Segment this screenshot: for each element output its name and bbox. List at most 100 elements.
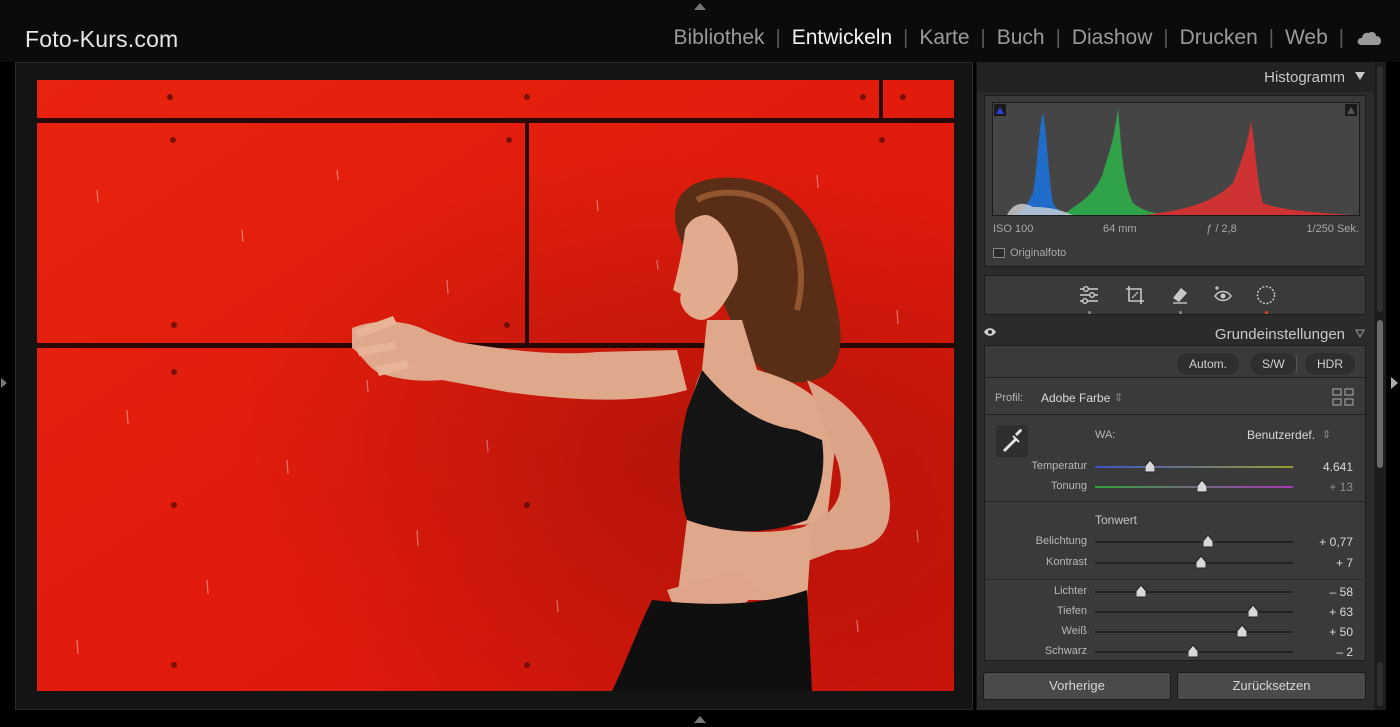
slider-track[interactable]: [1095, 631, 1293, 633]
slider-schwarz[interactable]: Schwarz – 2: [985, 643, 1367, 661]
module-web[interactable]: Web: [1274, 26, 1339, 50]
tool-strip: [984, 275, 1366, 315]
slider-thumb[interactable]: [1195, 556, 1206, 569]
black-white-button[interactable]: S/W: [1250, 353, 1297, 375]
slider-thumb[interactable]: [1145, 460, 1156, 473]
slider-value[interactable]: + 0,77: [1319, 535, 1353, 549]
collapse-triangle-icon[interactable]: [1355, 72, 1365, 80]
cloud-icon[interactable]: [1356, 30, 1382, 46]
mask-active-dot: [1265, 311, 1268, 314]
histogram-plot[interactable]: [992, 102, 1360, 216]
slider-track[interactable]: [1095, 611, 1293, 613]
scroll-thumb[interactable]: [1377, 320, 1383, 468]
panel-scrollbar[interactable]: [1374, 62, 1386, 710]
slider-label: Weiß: [1061, 625, 1087, 637]
slider-track[interactable]: [1095, 541, 1293, 543]
eye-icon[interactable]: [983, 327, 997, 337]
develop-right-panel: Histogramm ISO 100 64 mm ƒ / 2,8 1/250 S…: [976, 62, 1386, 710]
slider-value[interactable]: – 2: [1336, 645, 1353, 659]
histogram-graph: [994, 104, 1357, 215]
original-checkbox[interactable]: [993, 248, 1005, 258]
profile-row: Profil: Adobe Farbe ⇕: [985, 379, 1367, 415]
histogram-info: ISO 100 64 mm ƒ / 2,8 1/250 Sek.: [993, 223, 1359, 235]
module-separator: |: [1338, 26, 1344, 49]
slider-belichtung[interactable]: Belichtung + 0,77: [985, 533, 1367, 551]
scroll-track-bottom: [1377, 662, 1383, 706]
slider-thumb[interactable]: [1188, 645, 1198, 658]
mask-icon[interactable]: [1255, 284, 1277, 306]
tool-active-dot: [1088, 311, 1091, 314]
slider-value[interactable]: + 13: [1329, 480, 1353, 494]
expand-filmstrip-arrow-icon[interactable]: [694, 716, 706, 723]
wb-select[interactable]: Benutzerdef.: [1247, 428, 1315, 442]
expand-left-panel-arrow-icon[interactable]: [1, 378, 7, 388]
slider-label: Tiefen: [1056, 605, 1087, 617]
tone-label: Tonwert: [1095, 513, 1138, 527]
updown-icon[interactable]: ⇕: [1322, 428, 1331, 441]
temperature-track[interactable]: [1095, 466, 1293, 468]
panel-triangle-icon[interactable]: [1355, 328, 1365, 338]
slider-track[interactable]: [1095, 562, 1293, 564]
tone-section: Tonwert Belichtung + 0,77 Kontrast + 7 L…: [985, 503, 1367, 662]
basic-panel: Autom. S/W HDR Profil: Adobe Farbe ⇕ WA:…: [984, 345, 1367, 662]
divider: [1296, 356, 1297, 372]
module-drucken[interactable]: Drucken: [1169, 26, 1269, 50]
hdr-button[interactable]: HDR: [1305, 353, 1355, 375]
module-diashow[interactable]: Diashow: [1061, 26, 1164, 50]
slider-value[interactable]: – 58: [1330, 585, 1353, 599]
module-entwickeln[interactable]: Entwickeln: [781, 26, 903, 50]
reset-button[interactable]: Zurücksetzen: [1177, 672, 1366, 700]
profile-label: Profil:: [995, 392, 1024, 404]
wb-label: WA:: [1095, 429, 1116, 441]
basic-panel-title: Grundeinstellungen: [1214, 326, 1345, 343]
slider-temperatur[interactable]: Temperatur 4.641: [985, 458, 1367, 476]
slider-thumb[interactable]: [1248, 605, 1259, 618]
eyedropper-icon[interactable]: [995, 424, 1029, 458]
slider-weiss[interactable]: Weiß + 50: [985, 623, 1367, 641]
slider-thumb[interactable]: [1135, 585, 1146, 598]
updown-icon[interactable]: ⇕: [1114, 391, 1123, 404]
slider-label: Tonung: [1050, 480, 1087, 492]
histogram-panel: ISO 100 64 mm ƒ / 2,8 1/250 Sek. Origina…: [984, 95, 1366, 267]
basic-panel-header[interactable]: Grundeinstellungen: [977, 318, 1375, 345]
slider-track[interactable]: [1095, 591, 1293, 593]
histogram-title: Histogramm: [1264, 69, 1345, 86]
slider-value[interactable]: + 7: [1336, 556, 1353, 570]
slider-value[interactable]: + 50: [1329, 625, 1353, 639]
treatment-row: Autom. S/W HDR: [985, 346, 1367, 378]
tool-used-dot: [1179, 311, 1182, 314]
aperture-value: ƒ / 2,8: [1206, 223, 1237, 235]
profile-select[interactable]: Adobe Farbe: [1041, 391, 1110, 405]
tint-track[interactable]: [1095, 486, 1293, 488]
slider-tonung[interactable]: Tonung + 13: [985, 478, 1367, 496]
slider-tiefen[interactable]: Tiefen + 63: [985, 603, 1367, 621]
previous-button[interactable]: Vorherige: [983, 672, 1171, 700]
slider-label: Lichter: [1053, 585, 1087, 597]
slider-thumb[interactable]: [1196, 480, 1207, 493]
collapse-top-arrow-icon[interactable]: [694, 3, 706, 10]
slider-value[interactable]: + 63: [1329, 605, 1353, 619]
slider-value[interactable]: 4.641: [1323, 460, 1353, 474]
collapse-right-panel-arrow-icon[interactable]: [1391, 377, 1398, 389]
auto-button[interactable]: Autom.: [1177, 353, 1240, 375]
module-bibliothek[interactable]: Bibliothek: [662, 26, 775, 50]
red-eye-icon[interactable]: [1212, 284, 1234, 306]
sliders-icon[interactable]: [1078, 284, 1100, 306]
woman-red-wall-photo[interactable]: [37, 80, 954, 691]
module-karte[interactable]: Karte: [908, 26, 980, 50]
scroll-track-top: [1377, 66, 1383, 312]
profile-browser-icon[interactable]: [1332, 388, 1354, 406]
module-buch[interactable]: Buch: [986, 26, 1056, 50]
white-balance-section: WA: Benutzerdef. ⇕ Temperatur 4.641 Tonu…: [985, 416, 1367, 502]
slider-lichter[interactable]: Lichter – 58: [985, 583, 1367, 601]
original-photo-toggle[interactable]: Originalfoto: [993, 247, 1066, 259]
histogram-header[interactable]: Histogramm: [977, 62, 1375, 92]
slider-kontrast[interactable]: Kontrast + 7: [985, 554, 1367, 572]
photo-image: [37, 80, 954, 691]
crop-icon[interactable]: [1124, 284, 1146, 306]
eraser-icon[interactable]: [1169, 284, 1191, 306]
slider-thumb[interactable]: [1236, 625, 1247, 638]
focal-length-value: 64 mm: [1102, 223, 1137, 235]
iso-value: ISO 100: [993, 223, 1034, 235]
slider-thumb[interactable]: [1202, 535, 1213, 548]
